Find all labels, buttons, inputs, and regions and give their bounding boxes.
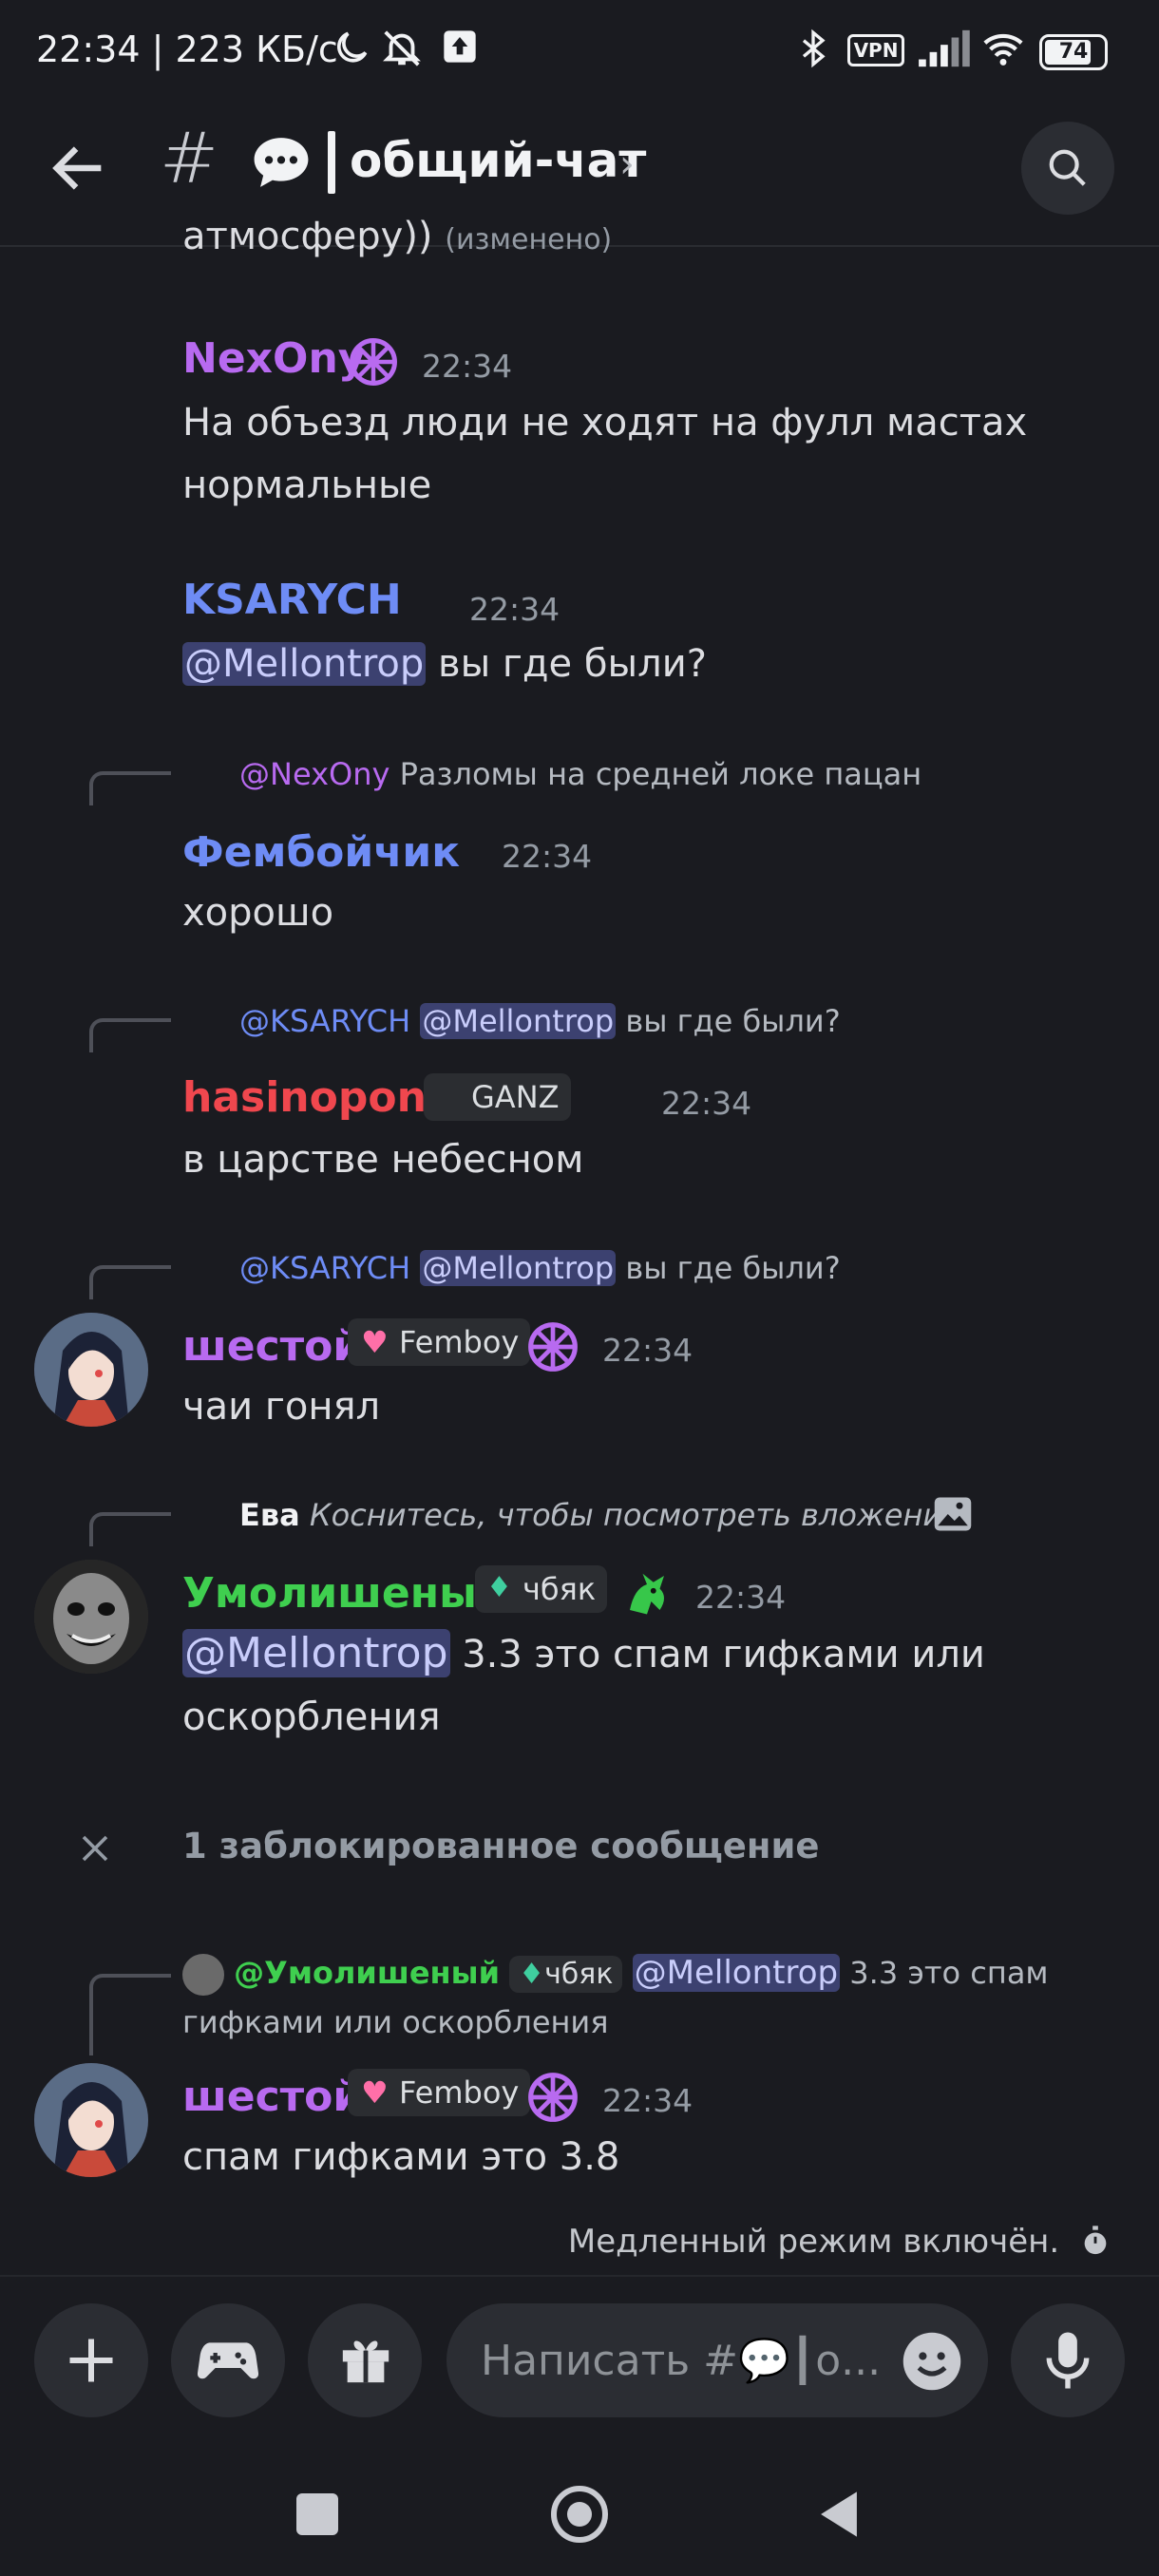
reply-preview[interactable]: @KSARYCH @Mellontrop вы где были? — [239, 1250, 841, 1286]
emoji-icon[interactable] — [901, 2330, 963, 2393]
dragon-icon — [630, 1573, 664, 1615]
status-time-speed: 22:34 | 223 КБ/с — [36, 28, 338, 70]
message-text: спам гифками это 3.8 — [182, 2135, 620, 2179]
author-name[interactable]: NexOny — [182, 334, 365, 383]
add-attachment-button[interactable] — [34, 2303, 148, 2417]
reply-connector — [89, 1265, 171, 1299]
back-arrow-icon[interactable] — [46, 135, 112, 201]
microphone-icon — [1046, 2332, 1090, 2389]
reply-connector — [89, 1512, 171, 1546]
author-name[interactable]: KSARYCH — [182, 576, 402, 624]
home-button[interactable] — [551, 2486, 608, 2543]
user-mention[interactable]: @Mellontrop — [182, 1629, 450, 1677]
blocked-message-notice[interactable]: 1 заблокированное сообщение — [182, 1826, 819, 1866]
activities-button[interactable] — [171, 2303, 285, 2417]
timestamp: 22:34 — [502, 838, 593, 875]
timestamp: 22:34 — [695, 1579, 787, 1616]
guild-tag[interactable]: ♦ чбяк — [475, 1565, 608, 1613]
heart-icon: ♥ — [361, 1324, 389, 1360]
stopwatch-icon — [1084, 2226, 1107, 2255]
edited-label: (изменено) — [445, 223, 613, 256]
wifi-icon — [983, 33, 1023, 66]
search-button[interactable] — [1021, 122, 1114, 215]
message-text: @Mellontrop вы где были? — [182, 642, 707, 686]
gamepad-icon — [198, 2342, 258, 2379]
speech-bubble-icon — [254, 138, 309, 187]
timestamp: 22:34 — [469, 591, 560, 628]
back-triangle-icon[interactable] — [815, 2490, 863, 2539]
reply-preview[interactable]: @Умолишеный ♦чбяк @Mellontrop 3.3 это сп… — [182, 1949, 1049, 2046]
role-icon — [350, 338, 397, 386]
face-avatar-icon — [34, 1560, 148, 1674]
reply-avatar — [182, 1954, 224, 1996]
author-name[interactable]: шестой — [182, 2073, 362, 2121]
bell-off-icon — [383, 30, 421, 66]
heart-icon: ♥ — [361, 2074, 389, 2111]
guild-tag[interactable]: GANZ — [424, 1073, 571, 1121]
signal-icon — [919, 29, 970, 67]
avatar[interactable] — [34, 2063, 148, 2177]
timestamp: 22:34 — [422, 348, 513, 385]
plus-icon — [69, 2339, 113, 2382]
avatar[interactable] — [34, 1313, 148, 1427]
reply-connector — [89, 1018, 171, 1052]
timestamp: 22:34 — [602, 1332, 694, 1369]
bluetooth-icon — [802, 28, 826, 68]
gem-icon: ♦ — [486, 1571, 512, 1604]
anime-avatar-icon — [34, 2063, 148, 2177]
guild-tag[interactable]: ♥ Femboy — [348, 2069, 531, 2116]
moon-icon — [337, 31, 368, 63]
recents-button[interactable] — [296, 2493, 338, 2535]
message-input[interactable]: Написать #💬┃о... — [446, 2303, 988, 2417]
search-icon — [1049, 149, 1086, 186]
role-icon — [528, 1322, 578, 1372]
reply-preview[interactable]: @KSARYCH @Mellontrop вы где были? — [239, 1003, 841, 1039]
message-text: хорошо — [182, 891, 334, 935]
upload-icon — [444, 30, 476, 63]
channel-title[interactable]: общий-чат — [350, 133, 646, 188]
hash-icon: # — [160, 118, 219, 199]
author-name[interactable]: hasinopona — [182, 1073, 455, 1122]
timestamp: 22:34 — [661, 1085, 752, 1122]
message-text: чаи гонял — [182, 1385, 381, 1429]
gem-icon: ♦ — [519, 1958, 545, 1991]
reply-connector — [89, 1974, 171, 2055]
author-name[interactable]: Фембойчик — [182, 828, 460, 877]
chevron-right-icon[interactable]: › — [619, 142, 635, 186]
status-bar: 22:34 | 223 КБ/с VPN 74 — [0, 0, 1159, 104]
gift-icon — [342, 2340, 390, 2383]
author-name[interactable]: Умолишеный — [182, 1569, 506, 1618]
user-mention[interactable]: @Mellontrop — [182, 642, 427, 686]
close-icon[interactable] — [78, 1831, 112, 1866]
message-text: в царстве небесном — [182, 1138, 584, 1182]
reply-guild-tag: ♦чбяк — [509, 1956, 623, 1993]
slowmode-notice: Медленный режим включён. — [568, 2223, 1112, 2261]
voice-message-button[interactable] — [1011, 2303, 1125, 2417]
battery-level: 74 — [1058, 40, 1089, 64]
gift-button[interactable] — [308, 2303, 422, 2417]
vpn-badge: VPN — [847, 34, 904, 66]
title-separator — [328, 131, 335, 194]
reply-preview[interactable]: Ева Коснитесь, чтобы посмотреть вложение — [239, 1497, 961, 1533]
message-text: На объезд люди не ходят на фулл мастах н… — [182, 401, 1028, 507]
guild-tag[interactable]: ♥ Femboy — [348, 1318, 531, 1366]
anime-avatar-icon — [34, 1313, 148, 1427]
reply-preview[interactable]: @NexOny Разломы на средней локе пацан — [239, 756, 922, 792]
message-placeholder: Написать #💬┃о... — [481, 2337, 882, 2385]
role-icon — [528, 2073, 578, 2122]
reply-connector — [89, 771, 171, 805]
battery-icon: 74 — [1039, 34, 1108, 70]
message-partial: атмосферу)) (изменено) — [182, 215, 613, 258]
system-nav-bar — [0, 2446, 1159, 2576]
timestamp: 22:34 — [602, 2082, 694, 2119]
image-attachment-icon — [934, 1497, 972, 1531]
author-name[interactable]: шестой — [182, 1322, 362, 1371]
composer-bar: Написать #💬┃о... — [0, 2275, 1159, 2446]
message-text: @Mellontrop 3.3 это спам гифками или оск… — [182, 1629, 985, 1739]
avatar[interactable] — [34, 1560, 148, 1674]
